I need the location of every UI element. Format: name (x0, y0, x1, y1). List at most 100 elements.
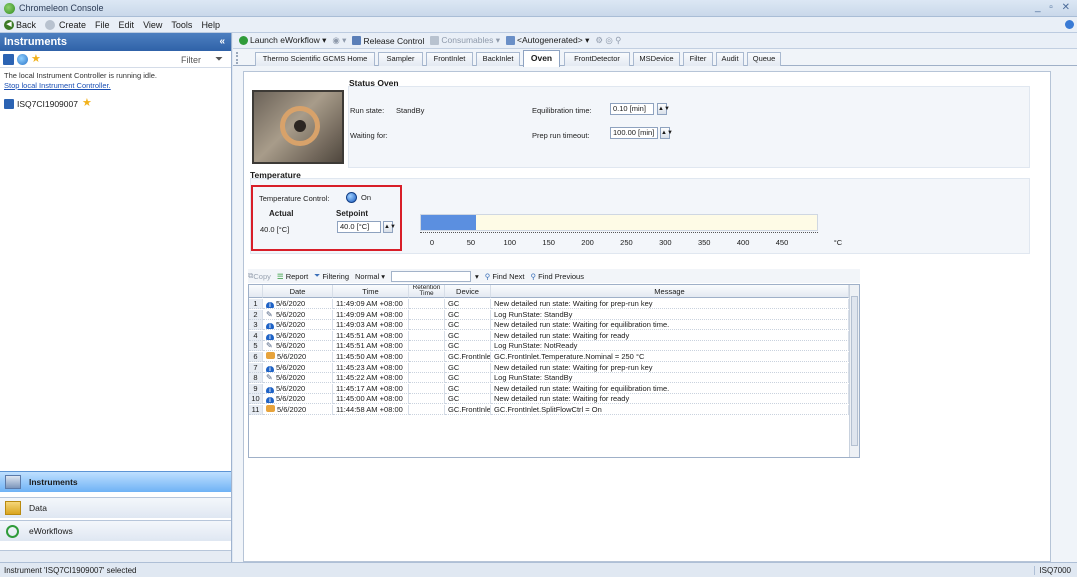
table-row[interactable]: 2 ✎ 5/6/2020 11:49:09 AM +08:00 GC Log RunSta… (249, 309, 849, 320)
equilibration-time-spinner[interactable]: ▲▼ (657, 103, 670, 115)
nav-instruments[interactable]: Instruments (0, 471, 231, 492)
cell-device: GC.FrontInlet (445, 352, 491, 362)
setpoint-input[interactable]: 40.0 [°C] (337, 221, 381, 233)
table-row[interactable]: 9 i 5/6/2020 11:45:17 AM +08:00 GC New detail… (249, 383, 849, 394)
header-device[interactable]: Device (445, 285, 491, 298)
network-icon[interactable] (17, 53, 28, 65)
filter-funnel-icon[interactable]: ⏷ (215, 54, 223, 65)
nav-data[interactable]: Data (0, 497, 231, 518)
table-row[interactable]: 8 ✎ 5/6/2020 11:45:22 AM +08:00 GC Log RunSta… (249, 373, 849, 384)
equilibration-time-label: Equilibration time: (532, 106, 592, 115)
release-control-icon (352, 36, 362, 45)
instrument-view-icon[interactable] (3, 53, 14, 65)
prep-run-timeout-input[interactable]: 100.00 [min] (610, 127, 658, 139)
tab-gcms-home[interactable]: Thermo Scientific GCMS Home (255, 52, 375, 66)
cell-time: 11:45:17 AM +08:00 (333, 383, 409, 394)
gauge-tick-label: 400 (736, 238, 750, 247)
main-content: Launch eWorkflow ▾ ◉ ▾ Release Control C… (233, 33, 1077, 562)
back-arrow-icon: ◀ (4, 19, 14, 30)
instruments-panel-header: Instruments « (0, 33, 231, 51)
menu-create[interactable]: Create (59, 20, 86, 30)
settings-gear-icon[interactable]: ⚙ ◎ ⚲ (595, 35, 621, 46)
header-date[interactable]: Date (263, 285, 333, 298)
table-vertical-scrollbar[interactable] (849, 285, 859, 457)
cell-time: 11:49:09 AM +08:00 (333, 309, 409, 320)
instruments-panel: Instruments « ★ Filter ⏷ The local Instr… (0, 33, 232, 562)
cell-time: 11:45:22 AM +08:00 (333, 373, 409, 384)
cell-device: GC (445, 330, 491, 341)
tab-frontinlet[interactable]: FrontInlet (426, 52, 473, 66)
tab-audit[interactable]: Audit (716, 52, 744, 66)
tab-sampler[interactable]: Sampler (378, 52, 423, 66)
menu-view[interactable]: View (143, 20, 162, 30)
tab-frontdetector[interactable]: FrontDetector (564, 52, 630, 66)
tab-queue[interactable]: Queue (747, 52, 781, 66)
table-row[interactable]: 4 i 5/6/2020 11:45:51 AM +08:00 GC New detail… (249, 330, 849, 341)
launch-eworkflow-button[interactable]: Launch eWorkflow ▾ (239, 35, 326, 46)
cell-device: GC (445, 320, 491, 331)
waiting-for-label: Waiting for: (350, 131, 388, 140)
favorite-star-icon[interactable]: ★ (82, 98, 92, 109)
cell-retention-time (409, 352, 445, 362)
normal-dropdown[interactable]: Normal ▾ (355, 272, 385, 281)
table-row[interactable]: 1 i 5/6/2020 11:49:09 AM +08:00 GC New detail… (249, 299, 849, 309)
scrollbar-thumb[interactable] (851, 296, 858, 446)
find-previous-button[interactable]: ⚲ Find Previous (531, 272, 584, 281)
header-retention-time[interactable]: Retention Time (409, 285, 445, 298)
release-control-button[interactable]: Release Control (352, 36, 424, 46)
forward-arrow-icon[interactable] (45, 19, 56, 30)
tab-msdevice[interactable]: MSDevice (633, 52, 680, 66)
menu-edit[interactable]: Edit (119, 20, 135, 30)
temperature-control-toggle[interactable] (346, 192, 357, 203)
copy-button[interactable]: ⧉ Copy (248, 271, 271, 281)
menu-file[interactable]: File (95, 20, 110, 30)
header-time[interactable]: Time (333, 285, 409, 298)
table-row[interactable]: 3 i 5/6/2020 11:49:03 AM +08:00 GC New detail… (249, 320, 849, 331)
filtering-button[interactable]: ⏷ Filtering (314, 271, 349, 281)
run-state-label: Run state: (350, 106, 385, 115)
cell-device: GC (445, 373, 491, 384)
window-controls[interactable]: _ ▫ ✕ (1035, 2, 1073, 13)
table-row[interactable]: 11 5/6/2020 11:44:58 AM +08:00 GC.FrontInle… (249, 405, 849, 415)
autogenerated-dropdown[interactable]: <Autogenerated> ▾ (506, 35, 589, 46)
menu-tools[interactable]: Tools (171, 20, 192, 30)
info-icon: i (266, 302, 274, 308)
prep-run-timeout-spinner[interactable]: ▲▼ (660, 127, 673, 139)
table-row[interactable]: 5 ✎ 5/6/2020 11:45:51 AM +08:00 GC Log RunSta… (249, 341, 849, 352)
cell-device: GC (445, 299, 491, 309)
cell-message: New detailed run state: Waiting for prep… (491, 362, 849, 373)
collapse-panel-icon[interactable]: « (219, 36, 225, 47)
table-row[interactable]: 6 5/6/2020 11:45:50 AM +08:00 GC.FrontInlet… (249, 352, 849, 362)
cell-time: 11:44:58 AM +08:00 (333, 405, 409, 415)
search-dropdown-arrow-icon[interactable]: ▾ (475, 272, 479, 281)
tab-filter[interactable]: Filter (683, 52, 713, 66)
table-row[interactable]: 10 i 5/6/2020 11:45:00 AM +08:00 GC New detai… (249, 394, 849, 405)
row-number: 6 (249, 352, 263, 362)
back-button[interactable]: ◀ Back (4, 19, 36, 30)
setpoint-spinner[interactable]: ▲▼ (383, 221, 396, 233)
cell-date: 5/6/2020 (263, 405, 333, 415)
instrument-tree-item[interactable]: ISQ7CI1909007 ★ (4, 98, 231, 109)
row-number: 8 (249, 373, 263, 384)
search-combo-input[interactable] (391, 270, 472, 282)
actual-label: Actual (269, 209, 294, 218)
report-button[interactable]: ☰ Report (277, 272, 308, 281)
help-icon[interactable] (1065, 20, 1074, 29)
gauge-unit-label: °C (833, 238, 843, 247)
consumables-button[interactable]: Consumables ▾ (430, 35, 500, 46)
find-next-button[interactable]: ⚲ Find Next (485, 272, 525, 281)
tab-backinlet[interactable]: BackInlet (476, 52, 520, 66)
window-title: Chromeleon Console (19, 3, 104, 13)
header-message[interactable]: Message (491, 285, 849, 298)
statusbar: Instrument 'ISQ7CI1909007' selected ISQ7… (0, 562, 1077, 577)
gauge-tick-label: 0 (429, 238, 435, 247)
favorites-star-icon[interactable]: ★ (31, 53, 41, 65)
status-instrument-name: ISQ7000 (1034, 566, 1071, 575)
nav-eworkflows[interactable]: eWorkflows (0, 520, 231, 541)
tab-oven[interactable]: Oven (523, 50, 560, 67)
data-nav-icon (5, 501, 21, 515)
equilibration-time-input[interactable]: 0.10 [min] (610, 103, 654, 115)
table-row[interactable]: 7 i 5/6/2020 11:45:23 AM +08:00 GC New detail… (249, 362, 849, 373)
stop-controller-link[interactable]: Stop local Instrument Controller. (0, 80, 231, 91)
menu-help[interactable]: Help (201, 20, 220, 30)
